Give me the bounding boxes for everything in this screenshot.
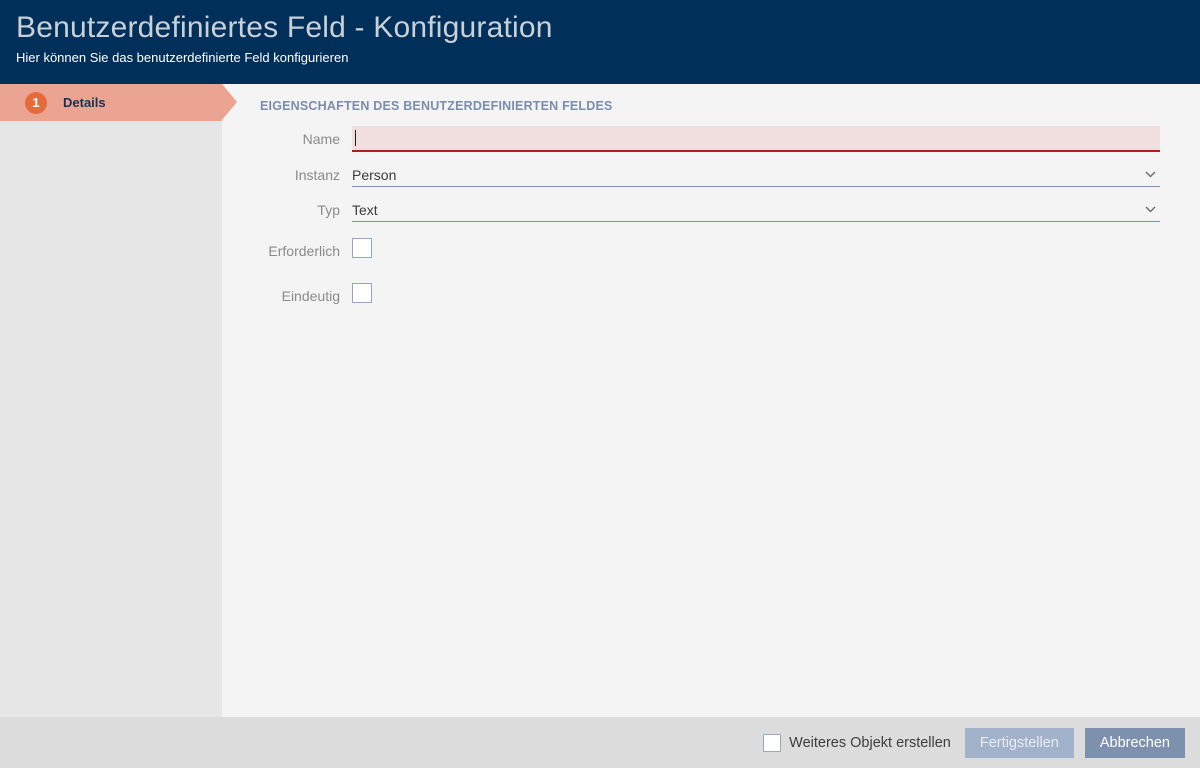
typ-dropdown[interactable]: Text bbox=[352, 198, 1160, 222]
content-area: 1 Details EIGENSCHAFTEN DES BENUTZERDEFI… bbox=[0, 84, 1200, 717]
instanz-dropdown[interactable]: Person bbox=[352, 163, 1160, 187]
instanz-value: Person bbox=[352, 167, 396, 183]
chevron-down-icon bbox=[1145, 171, 1156, 178]
page-title: Benutzerdefiniertes Feld - Konfiguration bbox=[16, 8, 1184, 48]
text-cursor bbox=[355, 130, 356, 146]
wizard-step-sidebar: 1 Details bbox=[0, 84, 222, 717]
instanz-label: Instanz bbox=[260, 167, 340, 183]
erforderlich-control bbox=[352, 238, 1160, 263]
step-label: Details bbox=[63, 95, 106, 110]
cancel-button[interactable]: Abbrechen bbox=[1085, 728, 1185, 758]
page-subtitle: Hier können Sie das benutzerdefinierte F… bbox=[16, 50, 1184, 65]
instanz-row: Instanz Person bbox=[260, 163, 1200, 187]
name-input[interactable] bbox=[352, 126, 1160, 152]
properties-form: Name Instanz Person Typ Text bbox=[260, 126, 1200, 308]
eindeutig-row: Eindeutig bbox=[260, 283, 1200, 308]
name-row: Name bbox=[260, 126, 1200, 152]
eindeutig-label: Eindeutig bbox=[260, 288, 340, 304]
wizard-step-details[interactable]: 1 Details bbox=[0, 84, 222, 121]
erforderlich-checkbox[interactable] bbox=[352, 238, 372, 258]
section-title: EIGENSCHAFTEN DES BENUTZERDEFINIERTEN FE… bbox=[260, 99, 1200, 113]
eindeutig-control bbox=[352, 283, 1160, 308]
create-another-label: Weiteres Objekt erstellen bbox=[789, 735, 951, 751]
name-label: Name bbox=[260, 131, 340, 147]
erforderlich-row: Erforderlich bbox=[260, 238, 1200, 263]
eindeutig-checkbox[interactable] bbox=[352, 283, 372, 303]
typ-value: Text bbox=[352, 202, 378, 218]
typ-label: Typ bbox=[260, 202, 340, 218]
dialog-header: Benutzerdefiniertes Feld - Konfiguration… bbox=[0, 0, 1200, 84]
footer-bar: Weiteres Objekt erstellen Fertigstellen … bbox=[0, 717, 1200, 768]
typ-row: Typ Text bbox=[260, 198, 1200, 222]
erforderlich-label: Erforderlich bbox=[260, 243, 340, 259]
chevron-down-icon bbox=[1145, 206, 1156, 213]
step-number-badge: 1 bbox=[25, 92, 47, 114]
create-another-checkbox[interactable] bbox=[763, 734, 781, 752]
form-panel: EIGENSCHAFTEN DES BENUTZERDEFINIERTEN FE… bbox=[222, 84, 1200, 717]
finish-button[interactable]: Fertigstellen bbox=[965, 728, 1074, 758]
